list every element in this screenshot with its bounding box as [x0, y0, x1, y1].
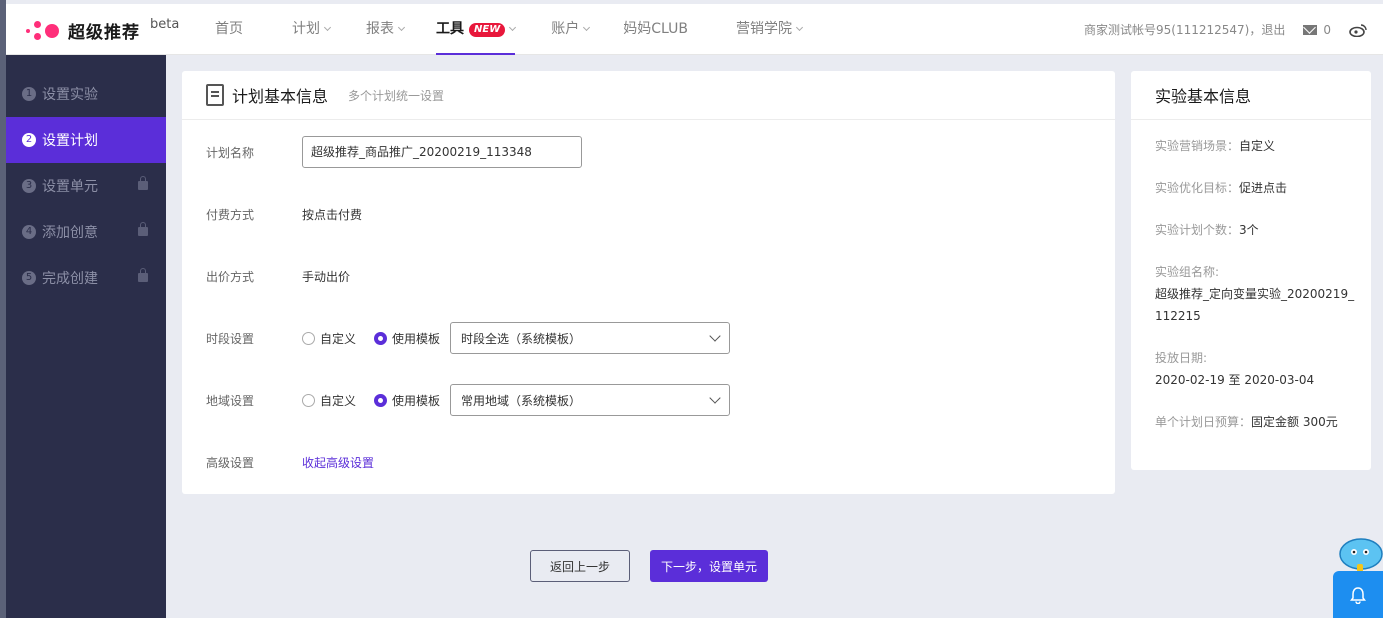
plan-name-input[interactable]: 超级推荐_商品推广_20200219_113348 — [302, 136, 582, 168]
nav-plan[interactable]: 计划 — [292, 4, 332, 55]
chevron-down-icon — [709, 329, 721, 342]
region-row: 地域设置 自定义 使用模板 常用地域（系统模板） — [206, 384, 731, 416]
step-setup-unit: 3 设置单元 — [6, 163, 166, 209]
region-label: 地域设置 — [206, 393, 255, 408]
bid-row: 出价方式 手动出价 — [206, 268, 350, 285]
document-icon — [206, 84, 224, 106]
nav-account[interactable]: 账户 — [551, 4, 591, 55]
mail-count: 0 — [1323, 22, 1331, 37]
pay-row: 付费方式 按点击付费 — [206, 206, 362, 223]
advanced-label: 高级设置 — [206, 456, 255, 470]
mascot-icon[interactable] — [1336, 536, 1383, 574]
info-date: 投放日期: 2020-02-19 至 2020-03-04 — [1155, 351, 1315, 387]
logo-icon — [26, 19, 66, 43]
bid-value: 手动出价 — [302, 270, 351, 284]
back-button[interactable]: 返回上一步 — [530, 550, 630, 582]
nav-academy[interactable]: 营销学院 — [736, 4, 804, 55]
plan-info-card: 计划基本信息 多个计划统一设置 计划名称 超级推荐_商品推广_20200219_… — [182, 71, 1115, 494]
lock-icon — [138, 222, 148, 236]
info-scene: 实验营销场景：自定义 — [1155, 139, 1276, 153]
nav-home[interactable]: 首页 — [215, 4, 243, 55]
user-area: 商家测试帐号95(111212547)，退出 0 — [1084, 4, 1367, 55]
pay-value: 按点击付费 — [302, 208, 363, 222]
step-setup-experiment[interactable]: 1 设置实验 — [6, 71, 166, 117]
card-title: 计划基本信息 — [232, 87, 329, 106]
collapse-advanced-link[interactable]: 收起高级设置 — [302, 454, 374, 471]
chevron-down-icon — [397, 23, 406, 32]
main-nav: 首页 计划 报表 工具 NEW 账户 妈妈CLUB 营销学院 — [206, 4, 804, 55]
new-badge: NEW — [469, 22, 506, 37]
chevron-down-icon — [709, 391, 721, 404]
card-header: 计划基本信息 多个计划统一设置 — [182, 71, 1115, 120]
chevron-down-icon — [795, 23, 804, 32]
next-step-button[interactable]: 下一步，设置单元 — [650, 550, 768, 582]
card-subtitle: 多个计划统一设置 — [348, 88, 445, 103]
info-count: 实验计划个数：3个 — [1155, 223, 1259, 237]
time-row: 时段设置 自定义 使用模板 时段全选（系统模板） — [206, 322, 731, 354]
top-navbar: 超级推荐 beta 首页 计划 报表 工具 NEW 账户 妈妈CLUB 营销学院 … — [6, 4, 1383, 55]
weibo-icon[interactable] — [1349, 23, 1367, 37]
nav-mama-club[interactable]: 妈妈CLUB — [623, 4, 688, 55]
plan-name-row: 计划名称 超级推荐_商品推广_20200219_113348 — [206, 136, 582, 168]
pay-label: 付费方式 — [206, 208, 255, 222]
account-logout-link[interactable]: 商家测试帐号95(111212547)，退出 — [1084, 21, 1285, 38]
step-sidebar: 1 设置实验 2 设置计划 3 设置单元 4 添加创意 5 完成创建 — [6, 55, 166, 618]
advanced-row: 高级设置 收起高级设置 — [206, 454, 374, 471]
mail-icon[interactable] — [1303, 24, 1318, 35]
info-goal: 实验优化目标：促进点击 — [1155, 181, 1288, 195]
time-label: 时段设置 — [206, 331, 255, 346]
region-custom-radio[interactable]: 自定义 — [302, 392, 356, 409]
step-finish: 5 完成创建 — [6, 255, 166, 301]
chevron-down-icon — [583, 23, 591, 32]
time-custom-radio[interactable]: 自定义 — [302, 330, 356, 347]
notification-button[interactable] — [1333, 571, 1383, 618]
step-add-creative: 4 添加创意 — [6, 209, 166, 255]
time-template-radio[interactable]: 使用模板 — [374, 330, 440, 347]
lock-icon — [138, 268, 148, 282]
bell-icon — [1350, 586, 1366, 604]
logo-text: 超级推荐 — [68, 23, 140, 43]
chevron-down-icon — [323, 23, 332, 32]
region-template-radio[interactable]: 使用模板 — [374, 392, 440, 409]
bid-label: 出价方式 — [206, 270, 255, 284]
info-title: 实验基本信息 — [1131, 71, 1371, 120]
step-setup-plan[interactable]: 2 设置计划 — [6, 117, 166, 163]
region-template-select[interactable]: 常用地域（系统模板） — [450, 384, 731, 416]
nav-tools[interactable]: 工具 NEW — [436, 4, 517, 55]
info-budget: 单个计划日预算：固定金额 300元 — [1155, 415, 1338, 429]
logo[interactable]: 超级推荐 beta — [26, 17, 180, 43]
beta-label: beta — [150, 17, 180, 32]
lock-icon — [138, 176, 148, 190]
nav-report[interactable]: 报表 — [366, 4, 406, 55]
chevron-down-icon — [509, 23, 517, 32]
time-template-select[interactable]: 时段全选（系统模板） — [450, 322, 731, 354]
info-group: 实验组名称: 超级推荐_定向变量实验_20200219_112215 — [1155, 265, 1355, 323]
plan-name-label: 计划名称 — [206, 145, 255, 160]
experiment-info-card: 实验基本信息 实验营销场景：自定义 实验优化目标：促进点击 实验计划个数：3个 … — [1131, 71, 1371, 470]
